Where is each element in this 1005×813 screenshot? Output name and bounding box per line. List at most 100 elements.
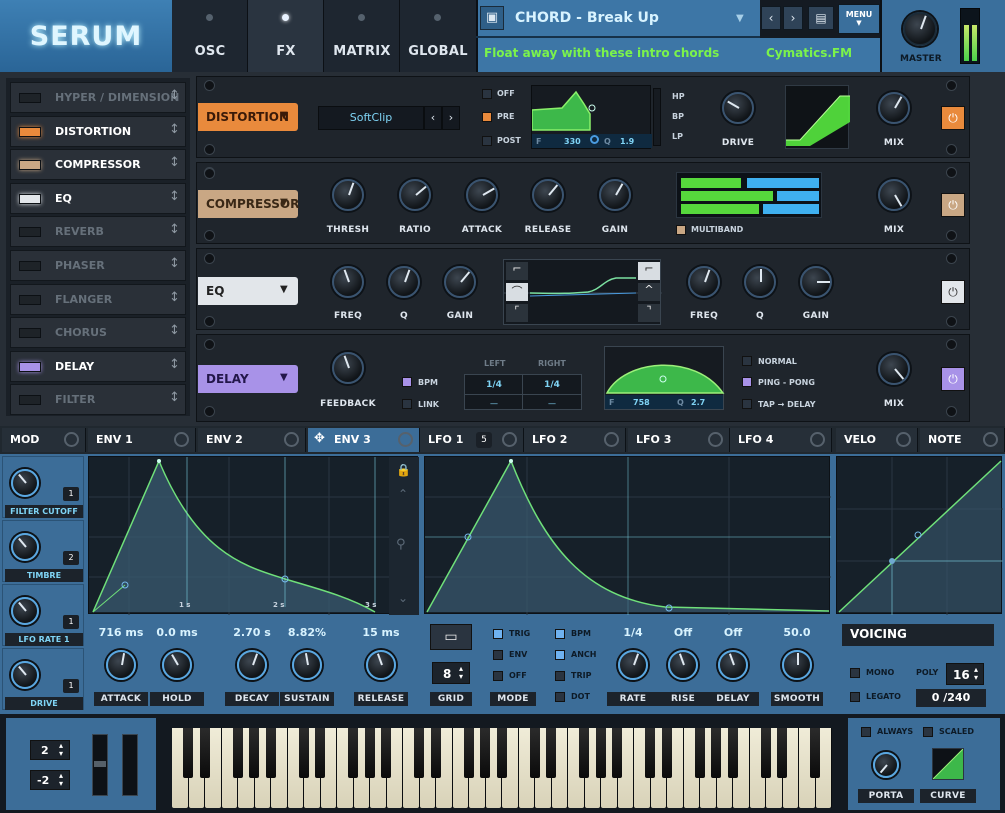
tab-note[interactable]: NOTE (920, 428, 1005, 452)
eq-power-button[interactable]: ⏻ (941, 280, 965, 304)
legato-toggle[interactable] (850, 692, 860, 702)
drag-handle-icon[interactable]: ↕ (169, 290, 180, 305)
lfo-knob[interactable] (718, 650, 748, 680)
mod-slot-knob[interactable] (11, 533, 39, 561)
lfo-grid-select[interactable]: 8 ▴ ▾ (432, 662, 470, 684)
tab-env1[interactable]: ENV 1 (88, 428, 196, 452)
piano-black-key[interactable] (183, 728, 194, 778)
fx-rack-item[interactable]: EQ ↕ (10, 182, 186, 214)
piano-black-key[interactable] (381, 728, 392, 778)
piano-black-key[interactable] (463, 728, 474, 778)
lfo-anch-toggle[interactable] (555, 650, 565, 660)
mod-slot[interactable]: 1 LFO RATE 1 (2, 584, 84, 646)
fx-rack-item[interactable]: FILTER ↕ (10, 384, 186, 416)
delay-normal-toggle[interactable] (742, 356, 752, 366)
piano-black-key[interactable] (496, 728, 507, 778)
tab-lfo1[interactable]: LFO 1 5 (420, 428, 524, 452)
lfo-knob[interactable] (782, 650, 812, 680)
delay-filter-display[interactable]: F 758 Q 2.7 (604, 346, 725, 410)
eq-right-knob[interactable] (800, 266, 832, 298)
piano-black-key[interactable] (694, 728, 705, 778)
curve-display[interactable] (932, 748, 964, 780)
distortion-mix-knob[interactable] (878, 92, 910, 124)
compressor-name-button[interactable]: COMPRESSOR ▼ (198, 190, 299, 218)
menu-button[interactable]: MENU ▼ (838, 4, 880, 34)
piano-black-key[interactable] (612, 728, 623, 778)
velocity-graph[interactable] (836, 456, 1003, 615)
piano-black-key[interactable] (645, 728, 656, 778)
mono-toggle[interactable] (850, 668, 860, 678)
drag-handle-icon[interactable]: ↕ (169, 122, 180, 137)
compressor-mix-knob[interactable] (878, 179, 910, 211)
piano-black-key[interactable] (298, 728, 309, 778)
delay-time-right[interactable]: 1/4 — (522, 374, 582, 410)
lfo-trip-toggle[interactable] (555, 671, 565, 681)
zoom-icon[interactable]: ⚲ (396, 537, 406, 552)
prev-preset-button[interactable]: ‹ (761, 6, 781, 30)
browser-icon[interactable]: ▤ (808, 6, 834, 30)
filter-hp[interactable]: HP (672, 92, 685, 101)
piano-black-key[interactable] (480, 728, 491, 778)
delay-mix-knob[interactable] (878, 353, 910, 385)
delay-power-button[interactable]: ⏻ (941, 367, 965, 391)
lfo-trig-toggle[interactable] (493, 629, 503, 639)
env-knob[interactable] (162, 650, 192, 680)
multiband-toggle[interactable] (676, 225, 686, 235)
tab-global[interactable]: GLOBAL (400, 0, 476, 72)
lfo-knob[interactable] (668, 650, 698, 680)
drag-handle-icon[interactable]: ↕ (169, 88, 180, 103)
lfo-folder-button[interactable]: ▭ (430, 624, 472, 650)
drag-handle-icon[interactable]: ↕ (169, 189, 180, 204)
piano-black-key[interactable] (249, 728, 260, 778)
env-knob[interactable] (237, 650, 267, 680)
env-knob[interactable] (106, 650, 136, 680)
mod-slot[interactable]: 1 DRIVE (2, 648, 84, 710)
tab-lfo4[interactable]: LFO 4 (730, 428, 832, 452)
piano-black-key[interactable] (199, 728, 210, 778)
fx-rack-item[interactable]: HYPER / DIMENSION ↕ (10, 82, 186, 113)
tab-velo[interactable]: VELO (836, 428, 918, 452)
fx-rack-item[interactable]: REVERB ↕ (10, 216, 186, 248)
always-toggle[interactable] (861, 727, 871, 737)
compressor-knob[interactable] (332, 179, 364, 211)
eq-peak-icon[interactable]: ⌒ (506, 283, 528, 301)
lfo-env-toggle[interactable] (493, 650, 503, 660)
tab-lfo3[interactable]: LFO 3 (628, 428, 730, 452)
eq-left-knob[interactable] (444, 266, 476, 298)
fx-rack-item[interactable]: COMPRESSOR ↕ (10, 149, 186, 181)
piano-black-key[interactable] (711, 728, 722, 778)
delay-bpm-toggle[interactable] (402, 377, 412, 387)
drag-handle-icon[interactable]: ↕ (169, 222, 180, 237)
tab-env2[interactable]: ENV 2 (198, 428, 306, 452)
lfo-off-toggle[interactable] (493, 671, 503, 681)
piano-black-key[interactable] (810, 728, 821, 778)
piano-black-key[interactable] (414, 728, 425, 778)
compressor-knob[interactable] (466, 179, 498, 211)
lock-icon[interactable]: 🔒 (396, 463, 411, 477)
mod-slot-knob[interactable] (11, 661, 39, 689)
eq-left-knob[interactable] (332, 266, 364, 298)
lfo-bpm-toggle[interactable] (555, 629, 565, 639)
chevron-up-icon[interactable]: ⌃ (398, 487, 408, 501)
piano-black-key[interactable] (546, 728, 557, 778)
mod-slot-knob[interactable] (11, 469, 39, 497)
piano-keyboard[interactable] (172, 728, 832, 808)
eq-name-button[interactable]: EQ ▼ (198, 277, 298, 305)
piano-black-key[interactable] (579, 728, 590, 778)
octave-down-select[interactable]: -2 ▴ ▾ (30, 770, 70, 790)
fx-rack-item[interactable]: FLANGER ↕ (10, 283, 186, 315)
tab-lfo2[interactable]: LFO 2 (524, 428, 626, 452)
master-volume-knob[interactable] (903, 12, 937, 46)
distortion-drive-knob[interactable] (722, 92, 754, 124)
distortion-mode-prev-button[interactable]: ‹ (424, 106, 442, 130)
piano-black-key[interactable] (364, 728, 375, 778)
drag-handle-icon[interactable]: ↕ (169, 155, 180, 170)
compressor-knob[interactable] (599, 179, 631, 211)
piano-black-key[interactable] (430, 728, 441, 778)
delay-pingpong-toggle[interactable] (742, 377, 752, 387)
lfo-knob[interactable] (618, 650, 648, 680)
distortion-pre-toggle[interactable] (482, 112, 492, 122)
tab-env3[interactable]: ENV 3 ✥ (308, 428, 420, 452)
lfo-dot-toggle[interactable] (555, 692, 565, 702)
next-preset-button[interactable]: › (783, 6, 803, 30)
